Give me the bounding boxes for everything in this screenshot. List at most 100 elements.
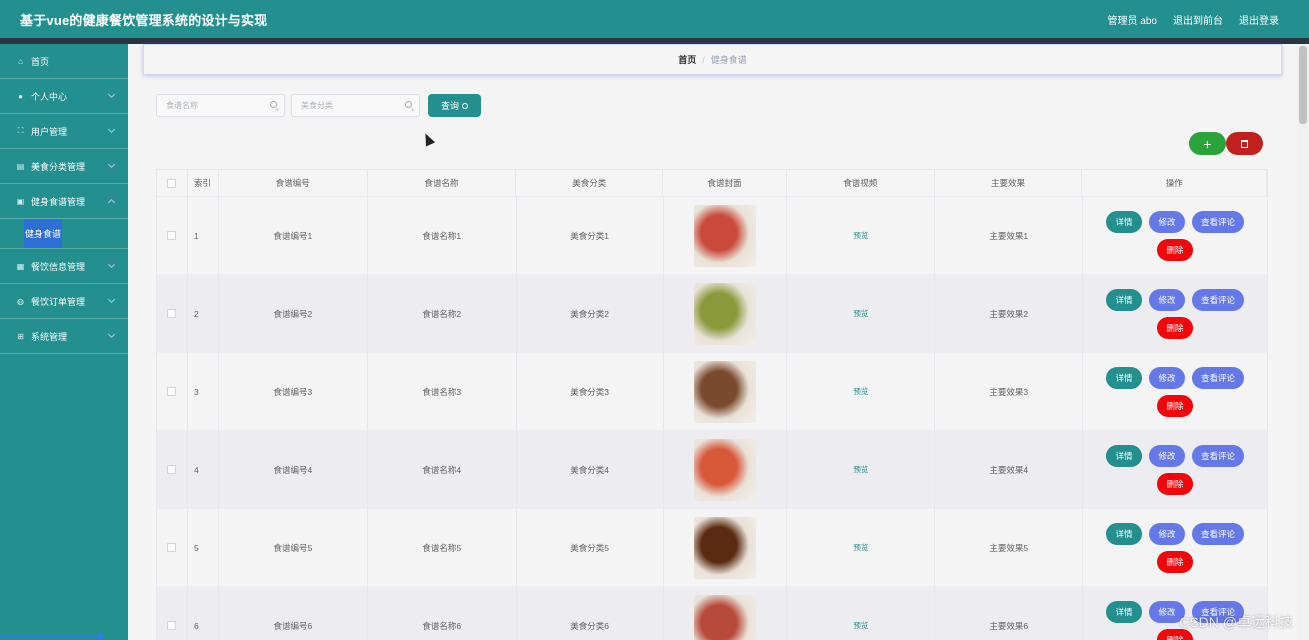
recipe-icon: ▣ <box>16 196 25 206</box>
row-checkbox[interactable] <box>167 543 177 552</box>
breadcrumb: 首页 / 健身食谱 <box>143 44 1282 75</box>
page-scrollbar[interactable] <box>1297 44 1309 640</box>
row-checkbox[interactable] <box>167 309 177 318</box>
sidebar-subitem-recipes[interactable]: 健身食谱 <box>0 219 128 249</box>
cell-video: 预览 <box>787 197 936 274</box>
sidebar-item-recipe-management[interactable]: ▣ 健身食谱管理 <box>0 184 128 219</box>
detail-button[interactable]: 详情 <box>1106 522 1143 545</box>
cell-recipe-no: 食谱编号4 <box>219 431 368 508</box>
sidebar-scrollbar[interactable] <box>0 633 104 640</box>
search-icon <box>405 101 412 108</box>
video-preview-link[interactable]: 预览 <box>853 542 868 553</box>
logout-link[interactable]: 退出登录 <box>1239 12 1279 27</box>
view-comments-button[interactable]: 查看评论 <box>1192 522 1245 545</box>
recipe-name-input[interactable]: 食谱名称 <box>156 94 285 117</box>
edit-button[interactable]: 修改 <box>1149 444 1186 467</box>
query-button[interactable]: 查询 <box>428 94 481 117</box>
sidebar-item-personal-center[interactable]: ● 个人中心 <box>0 79 128 114</box>
order-icon: ◍ <box>17 296 24 306</box>
breadcrumb-current: 健身食谱 <box>710 55 747 65</box>
delete-button[interactable]: 删除 <box>1157 238 1194 261</box>
plus-icon: + <box>1203 135 1212 152</box>
table-row: 2 食谱编号2 食谱名称2 美食分类2 预览 主要效果2 详情 修改 查看评论 删除 <box>156 275 1268 353</box>
detail-button[interactable]: 详情 <box>1106 600 1143 623</box>
cell-index: 6 <box>188 587 219 640</box>
page-scrollbar-thumb[interactable] <box>1299 46 1307 124</box>
edit-button[interactable]: 修改 <box>1149 288 1186 311</box>
breadcrumb-separator: / <box>702 54 705 65</box>
breadcrumb-home[interactable]: 首页 <box>678 53 696 66</box>
detail-button[interactable]: 详情 <box>1106 210 1143 233</box>
video-preview-link[interactable]: 预览 <box>853 620 868 631</box>
sidebar: ⌂ 首页 ● 个人中心 ⛶ 用户管理 ▤ 美食分类管理 ▣ 健身食谱管理 健身食… <box>0 44 128 640</box>
chevron-down-icon <box>107 295 116 304</box>
edit-button[interactable]: 修改 <box>1149 210 1186 233</box>
cell-recipe-name: 食谱名称2 <box>368 275 517 352</box>
cell-cover <box>664 431 788 508</box>
delete-button[interactable]: 删除 <box>1157 394 1194 417</box>
edit-button[interactable]: 修改 <box>1149 522 1186 545</box>
cell-category: 美食分类1 <box>517 197 664 274</box>
row-checkbox[interactable] <box>167 231 177 240</box>
add-button[interactable]: + <box>1189 132 1226 155</box>
sidebar-item-label: 健身食谱管理 <box>31 196 86 207</box>
sidebar-item-user-management[interactable]: ⛶ 用户管理 <box>0 114 128 149</box>
video-preview-link[interactable]: 预览 <box>853 308 868 319</box>
recipe-table: 索引 食谱编号 食谱名称 美食分类 食谱封面 食谱视频 主要效果 操作 1 食谱编… <box>156 169 1268 640</box>
row-checkbox-cell <box>157 587 188 640</box>
column-header-recipe-no: 食谱编号 <box>219 170 368 196</box>
video-preview-link[interactable]: 预览 <box>853 386 868 397</box>
sidebar-item-home[interactable]: ⌂ 首页 <box>0 44 128 79</box>
video-preview-link[interactable]: 预览 <box>853 230 868 241</box>
table-header: 索引 食谱编号 食谱名称 美食分类 食谱封面 食谱视频 主要效果 操作 <box>156 169 1268 197</box>
column-header-cover: 食谱封面 <box>663 170 787 196</box>
cell-cover <box>664 275 788 352</box>
sidebar-item-category-management[interactable]: ▤ 美食分类管理 <box>0 149 128 184</box>
delete-button[interactable]: 删除 <box>1157 316 1194 339</box>
cell-category: 美食分类2 <box>517 275 664 352</box>
recipe-cover-image <box>693 438 756 501</box>
sidebar-item-label: 餐饮信息管理 <box>31 261 86 272</box>
food-category-input[interactable]: 美食分类 <box>291 94 420 117</box>
view-comments-button[interactable]: 查看评论 <box>1192 444 1245 467</box>
video-preview-link[interactable]: 预览 <box>853 464 868 475</box>
column-header-category: 美食分类 <box>516 170 664 196</box>
row-checkbox[interactable] <box>167 465 177 474</box>
select-all-checkbox[interactable] <box>167 178 177 188</box>
trash-icon <box>1241 139 1248 148</box>
row-checkbox[interactable] <box>167 387 177 396</box>
recipe-name-placeholder: 食谱名称 <box>166 101 198 110</box>
cell-cover <box>664 587 788 640</box>
view-comments-button[interactable]: 查看评论 <box>1192 288 1245 311</box>
row-checkbox[interactable] <box>167 621 177 630</box>
exit-to-front-link[interactable]: 退出到前台 <box>1173 12 1223 27</box>
sidebar-item-system-management[interactable]: ⊞ 系统管理 <box>0 319 128 354</box>
cell-index: 1 <box>188 197 219 274</box>
row-checkbox-cell <box>157 197 188 274</box>
delete-button[interactable]: 删除 <box>1157 472 1194 495</box>
cell-category: 美食分类6 <box>517 587 664 640</box>
cell-video: 预览 <box>787 353 936 430</box>
cell-video: 预览 <box>787 509 936 586</box>
top-header: 基于vue的健康餐饮管理系统的设计与实现 管理员 abo 退出到前台 退出登录 <box>0 0 1309 38</box>
sidebar-item-dining-info[interactable]: ▦ 餐饮信息管理 <box>0 249 128 284</box>
recipe-cover-image <box>693 360 756 423</box>
cell-index: 3 <box>188 353 219 430</box>
recipe-cover-image <box>693 594 756 640</box>
edit-button[interactable]: 修改 <box>1149 366 1186 389</box>
detail-button[interactable]: 详情 <box>1106 366 1143 389</box>
delete-button[interactable]: 删除 <box>1157 550 1194 573</box>
batch-delete-button[interactable] <box>1226 132 1263 155</box>
search-icon <box>270 101 277 108</box>
view-comments-button[interactable]: 查看评论 <box>1192 366 1245 389</box>
cell-category: 美食分类4 <box>517 431 664 508</box>
chevron-up-icon <box>107 198 116 207</box>
sidebar-item-order-management[interactable]: ◍ 餐饮订单管理 <box>0 284 128 319</box>
view-comments-button[interactable]: 查看评论 <box>1192 210 1245 233</box>
cell-cover <box>664 509 788 586</box>
detail-button[interactable]: 详情 <box>1106 288 1143 311</box>
cell-effect: 主要效果4 <box>935 431 1084 508</box>
cell-actions: 详情 修改 查看评论删除 <box>1083 197 1268 274</box>
detail-button[interactable]: 详情 <box>1106 444 1143 467</box>
recipe-cover-image <box>693 282 756 345</box>
